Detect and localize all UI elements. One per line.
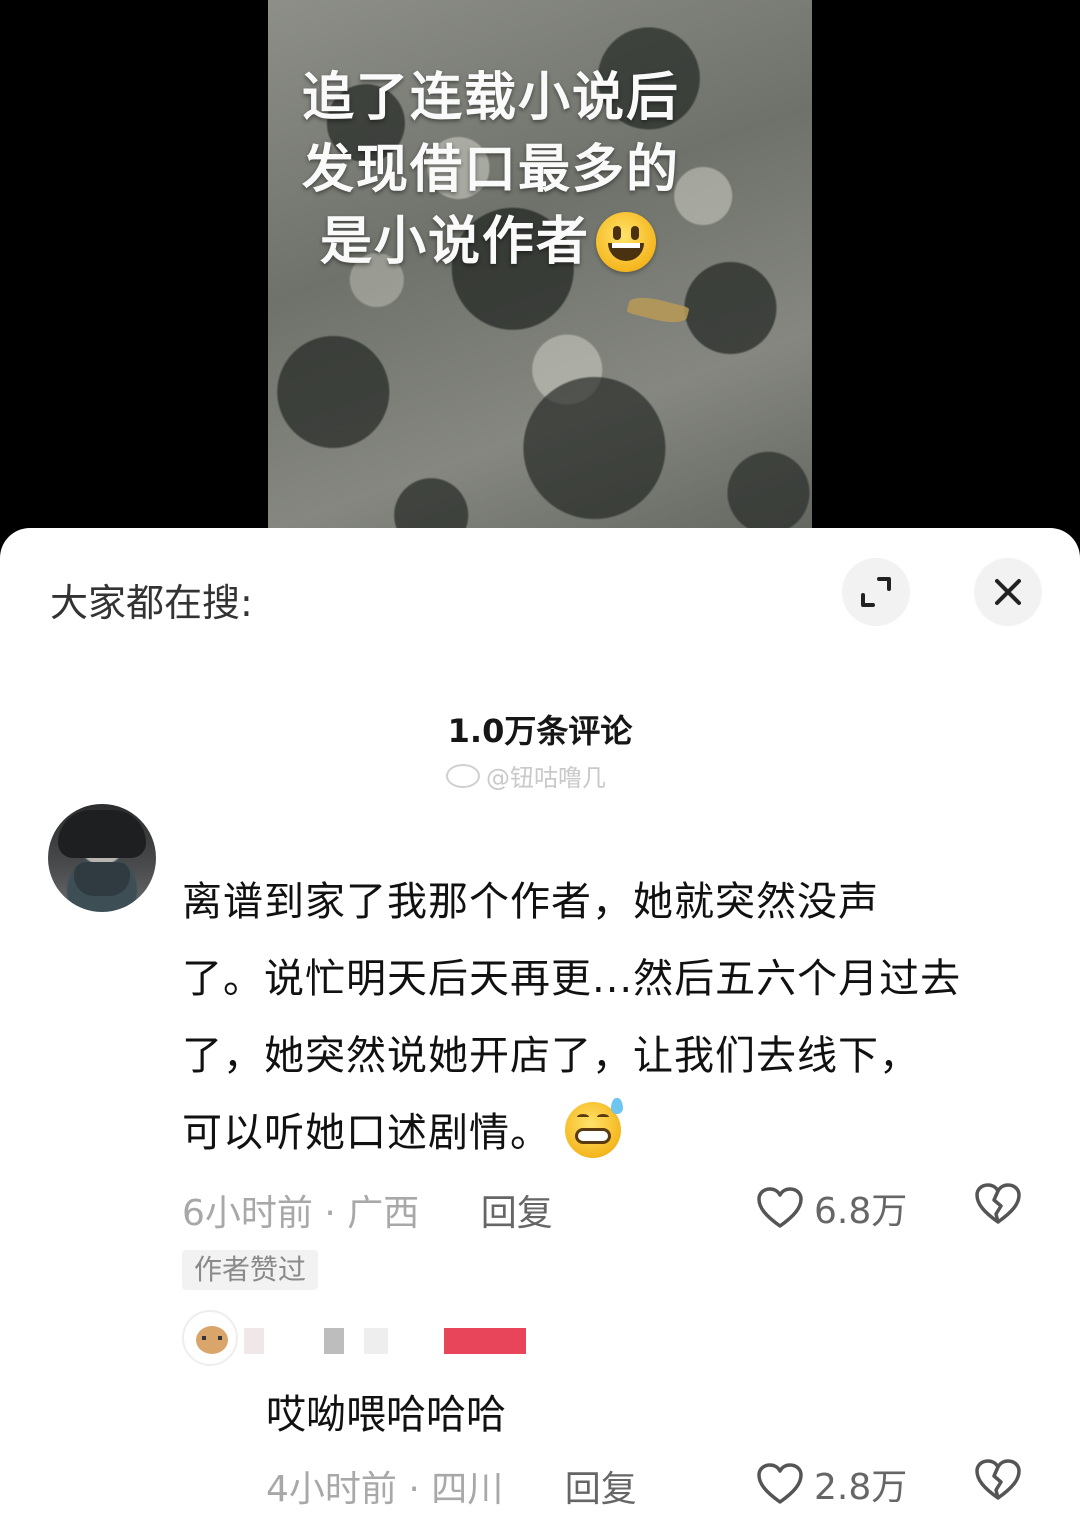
redacted-name-part (364, 1328, 388, 1354)
video-caption: 追了连载小说后 发现借口最多的 是小说作者 (302, 62, 680, 278)
heart-icon (757, 1463, 803, 1504)
reply-dislike-button[interactable] (974, 1458, 1022, 1506)
redacted-name-part (244, 1328, 264, 1354)
caption-line-1: 追了连载小说后 (302, 68, 681, 128)
author-liked-badge: 作者赞过 (182, 1250, 319, 1290)
heart-icon (757, 1187, 803, 1228)
comment-time-location: 6小时前 · 广西 (182, 1193, 420, 1234)
reply-meta: 4小时前 · 四川 回复 (266, 1460, 637, 1512)
reply-like-count: 2.8万 (814, 1467, 908, 1508)
watermark: @钮咕噜几 (446, 758, 606, 793)
like-button[interactable]: 6.8万 (756, 1182, 907, 1234)
search-suggestions-label[interactable]: 大家都在搜: (50, 572, 253, 627)
reply-like-button[interactable]: 2.8万 (756, 1458, 907, 1510)
redacted-name-part (324, 1328, 344, 1354)
caption-line-3-row: 是小说作者 (302, 206, 680, 278)
reply-text: 哎呦喂哈哈哈 (266, 1392, 506, 1438)
comment-text: 离谱到家了我那个作者，她就突然没声 了。说忙明天后天再更...然后五六个月过去 … (182, 864, 1032, 1172)
expand-icon (861, 577, 891, 607)
reply-button[interactable]: 回复 (481, 1193, 553, 1234)
broken-heart-icon (975, 1459, 1021, 1500)
broken-heart-icon (975, 1183, 1021, 1224)
expand-button[interactable] (842, 558, 910, 626)
video-frame: 追了连载小说后 发现借口最多的 是小说作者 (268, 0, 812, 560)
weibo-icon (446, 763, 480, 788)
comment-meta: 6小时前 · 广西 回复 (182, 1184, 553, 1236)
comment-line-3: 了，她突然说她开店了，让我们去线下， (182, 1033, 920, 1079)
comment-line-1: 离谱到家了我那个作者，她就突然没声 (182, 879, 879, 925)
reply-avatar[interactable] (182, 1310, 238, 1366)
comment-line-4: 可以听她口述剧情。 (182, 1110, 551, 1156)
caption-line-2: 发现借口最多的 (302, 140, 681, 200)
smile-emoji-icon (596, 212, 657, 272)
close-icon (995, 579, 1021, 605)
dislike-button[interactable] (974, 1182, 1022, 1230)
avatar[interactable] (48, 804, 156, 912)
watermark-text: @钮咕噜几 (486, 764, 606, 792)
video-player[interactable]: 追了连载小说后 发现借口最多的 是小说作者 (0, 0, 1080, 560)
leaf-decoration (626, 293, 690, 327)
comment-line-2: 了。说忙明天后天再更...然后五六个月过去 (182, 956, 962, 1002)
comment-line-4-row: 可以听她口述剧情。 (182, 1095, 1032, 1172)
reply-reply-button[interactable]: 回复 (565, 1469, 637, 1510)
like-count: 6.8万 (814, 1191, 908, 1232)
grin-sweat-emoji-icon (564, 1098, 623, 1158)
close-button[interactable] (974, 558, 1042, 626)
redacted-badge (444, 1328, 526, 1354)
comment-count-title: 1.0万条评论 (447, 712, 633, 750)
comment-sheet: 大家都在搜: 1.0万条评论 @钮咕噜几 离谱到家了我那个作者，她就突然没声 了… (0, 528, 1080, 1540)
reply-time-location: 4小时前 · 四川 (266, 1469, 504, 1510)
caption-line-3: 是小说作者 (320, 212, 591, 272)
